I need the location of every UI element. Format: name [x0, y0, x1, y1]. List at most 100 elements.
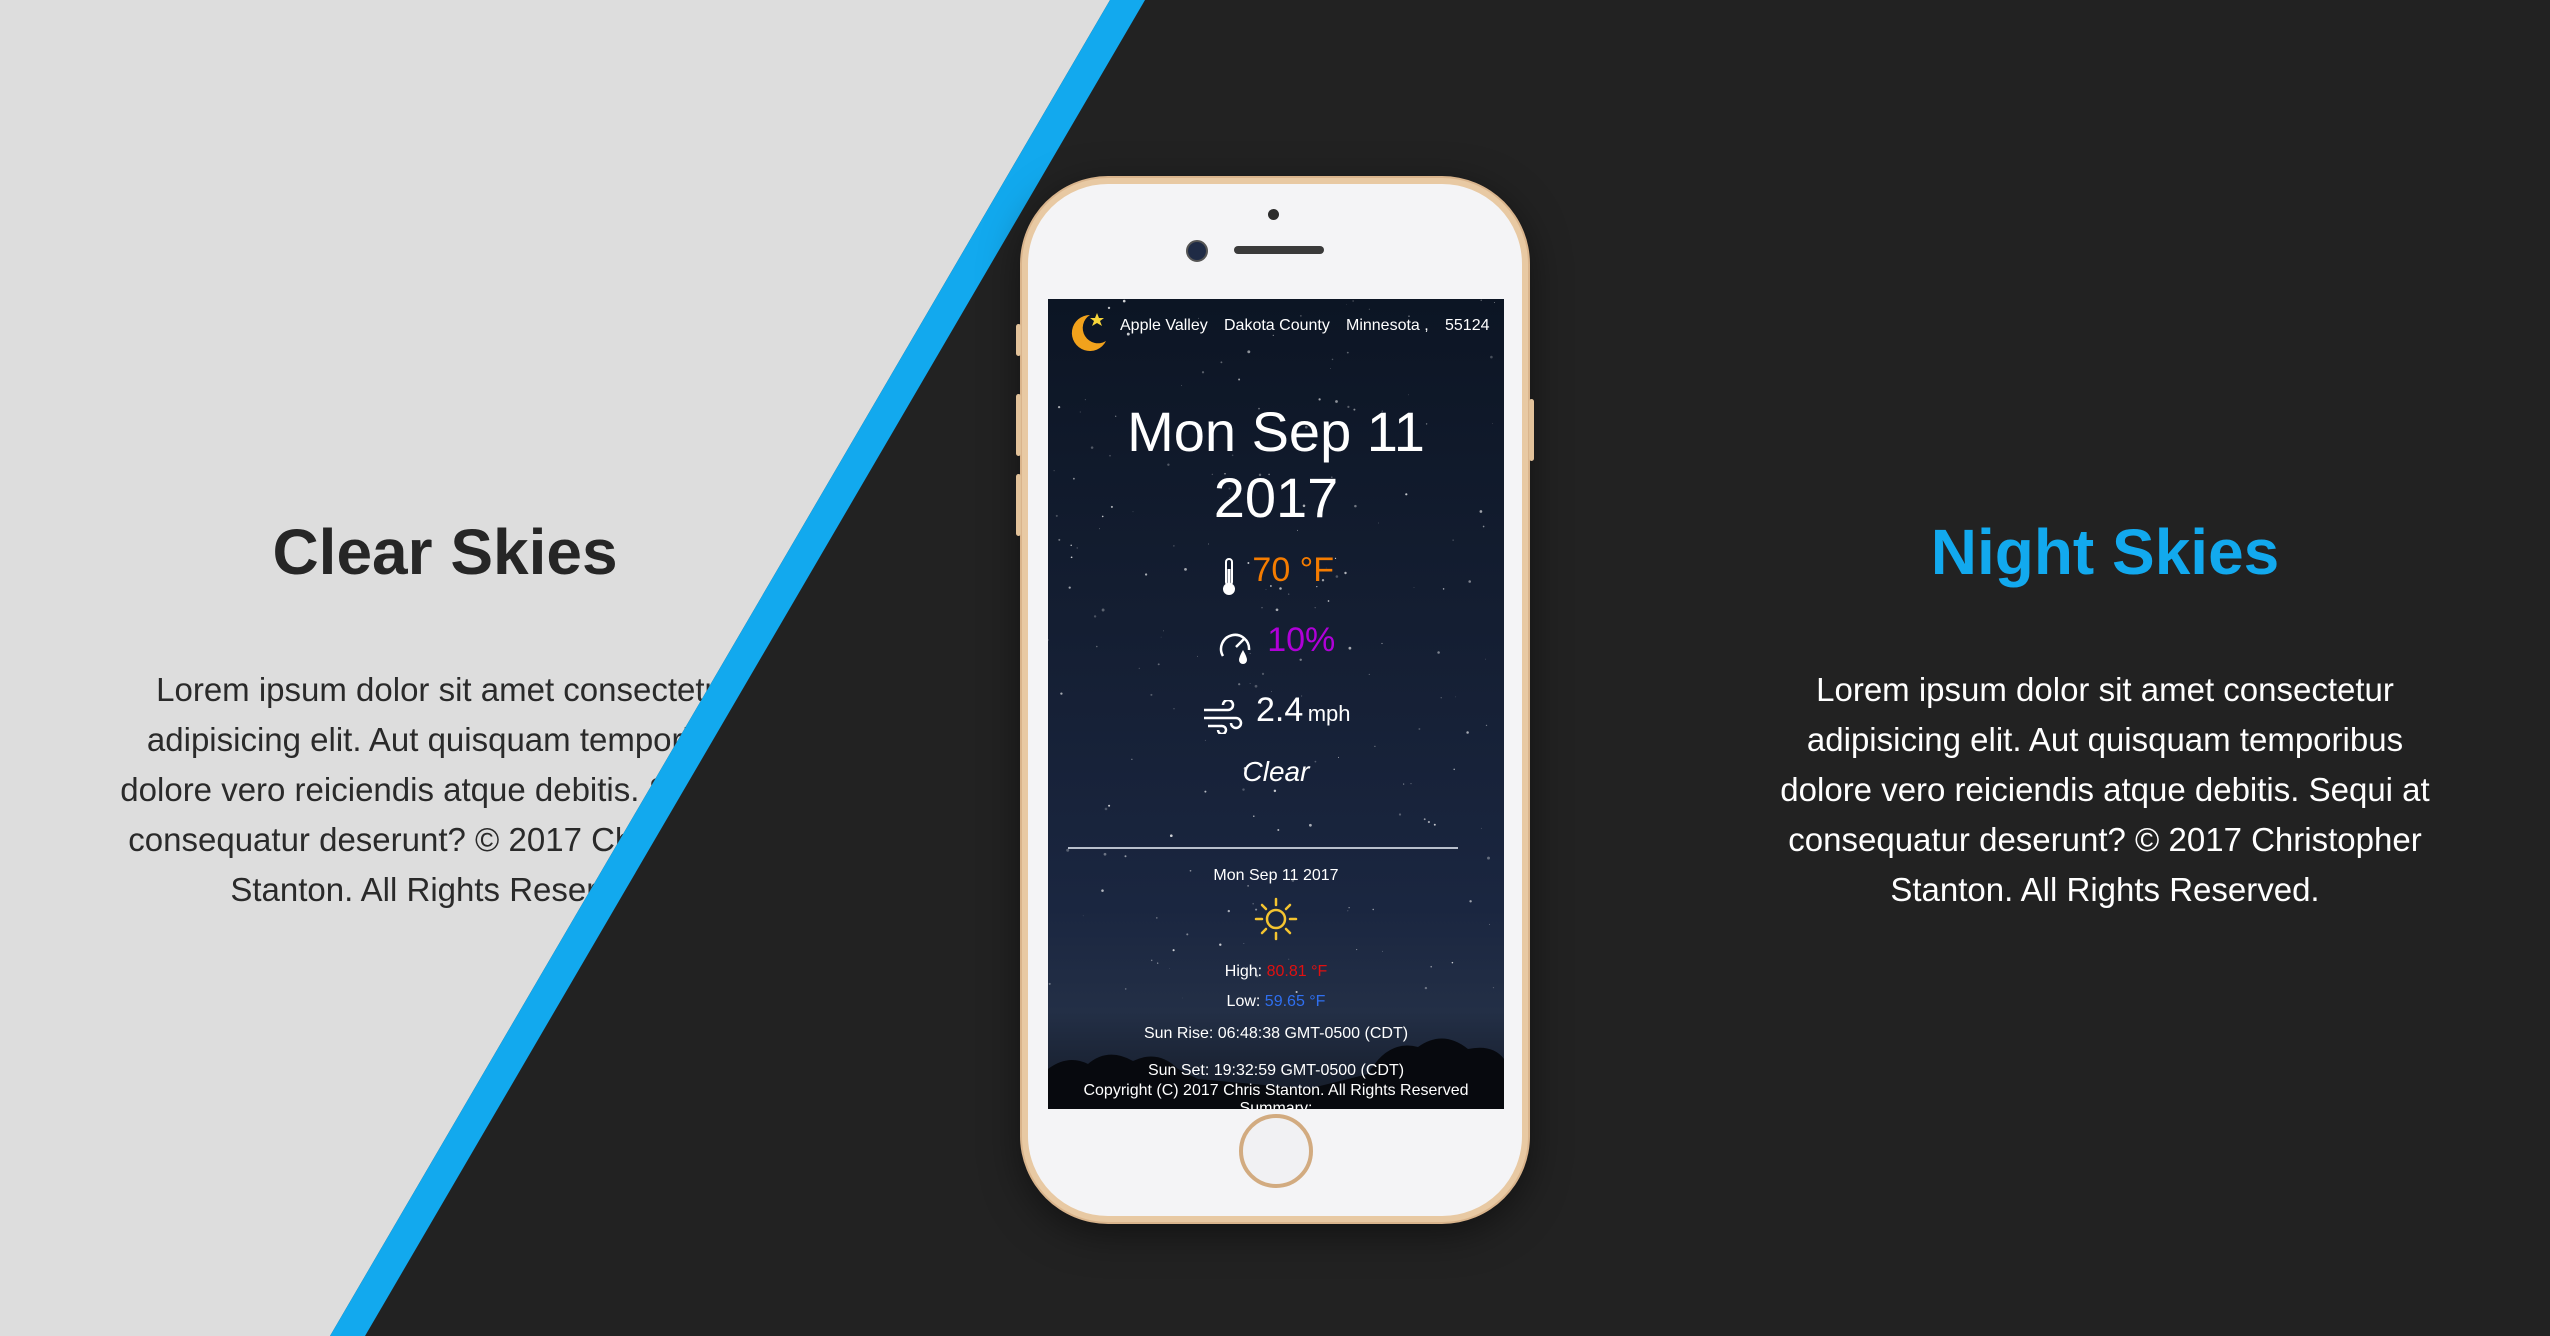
star	[1103, 852, 1107, 856]
forecast-low: Low: 59.65 °F	[1048, 993, 1504, 1011]
star	[1124, 855, 1127, 858]
star	[1423, 818, 1426, 821]
star	[1108, 804, 1111, 807]
star	[1138, 667, 1140, 670]
star	[1487, 856, 1490, 860]
moon-icon	[1071, 313, 1106, 351]
left-panel-title: Clear Skies	[272, 516, 618, 588]
forecast-summary-label: Summary:	[1239, 1100, 1313, 1109]
forecast-date: Mon Sep 11 2017	[1213, 867, 1339, 884]
temperature-row: 70 °F	[1048, 551, 1504, 597]
star	[1169, 834, 1173, 838]
star	[1374, 745, 1376, 748]
star	[1201, 371, 1205, 374]
home-button[interactable]	[1239, 1114, 1313, 1188]
star	[1480, 827, 1482, 829]
wind-speed-unit: mph	[1307, 701, 1351, 726]
right-panel-title: Night Skies	[1930, 516, 2280, 588]
star	[1070, 544, 1072, 547]
forecast-icon-row	[1048, 897, 1504, 946]
location-county: Dakota County	[1224, 317, 1330, 334]
star	[1277, 829, 1280, 831]
proximity-sensor	[1268, 209, 1279, 220]
star	[1242, 788, 1245, 791]
front-camera	[1186, 240, 1208, 262]
star	[1327, 600, 1330, 602]
current-date-line2: 2017	[1213, 466, 1339, 529]
star	[1275, 608, 1279, 612]
forecast-sunrise: Sun Rise: 06:48:38 GMT-0500 (CDT)	[1143, 1025, 1409, 1042]
star	[1093, 615, 1097, 618]
star	[1424, 986, 1428, 990]
forecast-low-value: 59.65 °F	[1264, 993, 1326, 1010]
star	[1254, 684, 1258, 688]
star	[1492, 986, 1495, 989]
section-divider	[1068, 847, 1458, 849]
right-panel-text: Lorem ipsum dolor sit amet consectetur a…	[1780, 671, 2430, 908]
star	[1273, 789, 1277, 793]
star	[1172, 949, 1175, 952]
star	[1066, 848, 1070, 852]
star	[1330, 368, 1331, 370]
temperature-value: 70 °F	[1252, 551, 1335, 589]
star	[1247, 885, 1249, 887]
thermometer-icon	[1222, 557, 1235, 595]
star	[1314, 607, 1316, 609]
star	[1204, 790, 1207, 793]
star	[1173, 545, 1175, 547]
star	[1104, 807, 1108, 811]
star	[1101, 889, 1104, 892]
star	[1433, 823, 1436, 826]
current-date: Mon Sep 11 2017	[1048, 399, 1504, 531]
forecast-high: High: 80.81 °F	[1048, 963, 1504, 981]
humidity-value: 10%	[1267, 621, 1336, 659]
star	[1253, 815, 1255, 817]
star	[1261, 606, 1263, 609]
forecast-high-value: 80.81 °F	[1266, 963, 1328, 980]
star	[1124, 988, 1127, 990]
star	[1101, 608, 1105, 612]
star	[1048, 982, 1051, 985]
mute-switch	[1016, 324, 1021, 356]
location-bar: Apple Valley Dakota County Minnesota , 5…	[1048, 299, 1504, 359]
star	[1427, 820, 1431, 824]
star	[1058, 538, 1061, 541]
star	[1398, 813, 1402, 816]
forecast-high-label: High:	[1224, 963, 1263, 980]
star	[1382, 950, 1383, 952]
weather-app-screen: Apple Valley Dakota County Minnesota , 5…	[1048, 299, 1504, 1109]
copyright-text: Copyright (C) 2017 Chris Stanton. All Ri…	[1083, 1082, 1469, 1099]
humidity-gauge-icon	[1219, 633, 1250, 664]
location-state: Minnesota ,	[1346, 317, 1429, 334]
forecast-sunset: Sun Set: 19:32:59 GMT-0500 (CDT)	[1147, 1062, 1405, 1079]
weather-condition: Clear	[1242, 756, 1310, 787]
star	[1238, 683, 1241, 686]
star	[1368, 673, 1370, 675]
wind-row: 2.4 mph	[1048, 691, 1504, 734]
current-date-line1: Mon Sep 11	[1127, 400, 1425, 463]
star	[1288, 958, 1290, 960]
power-button	[1529, 399, 1534, 461]
wind-speed-value: 2.4	[1255, 691, 1304, 729]
earpiece-speaker	[1234, 246, 1324, 254]
star	[1204, 739, 1206, 741]
star	[1220, 361, 1223, 364]
star	[1150, 959, 1153, 962]
star	[1309, 823, 1312, 827]
star	[1238, 378, 1241, 381]
location-zip: 55124	[1445, 317, 1490, 334]
volume-up-button	[1016, 394, 1021, 456]
phone-mockup: Apple Valley Dakota County Minnesota , 5…	[1016, 178, 1534, 1222]
star	[1181, 385, 1183, 386]
star	[1261, 672, 1265, 676]
humidity-row: 10%	[1048, 621, 1504, 666]
location-city: Apple Valley	[1120, 317, 1208, 334]
star	[1408, 394, 1409, 396]
wind-icon	[1203, 699, 1242, 734]
star	[1356, 949, 1358, 951]
forecast-low-label: Low:	[1226, 993, 1261, 1010]
star	[1249, 683, 1251, 684]
star	[1076, 547, 1078, 549]
star	[1208, 543, 1209, 545]
sun-icon	[1254, 897, 1298, 941]
